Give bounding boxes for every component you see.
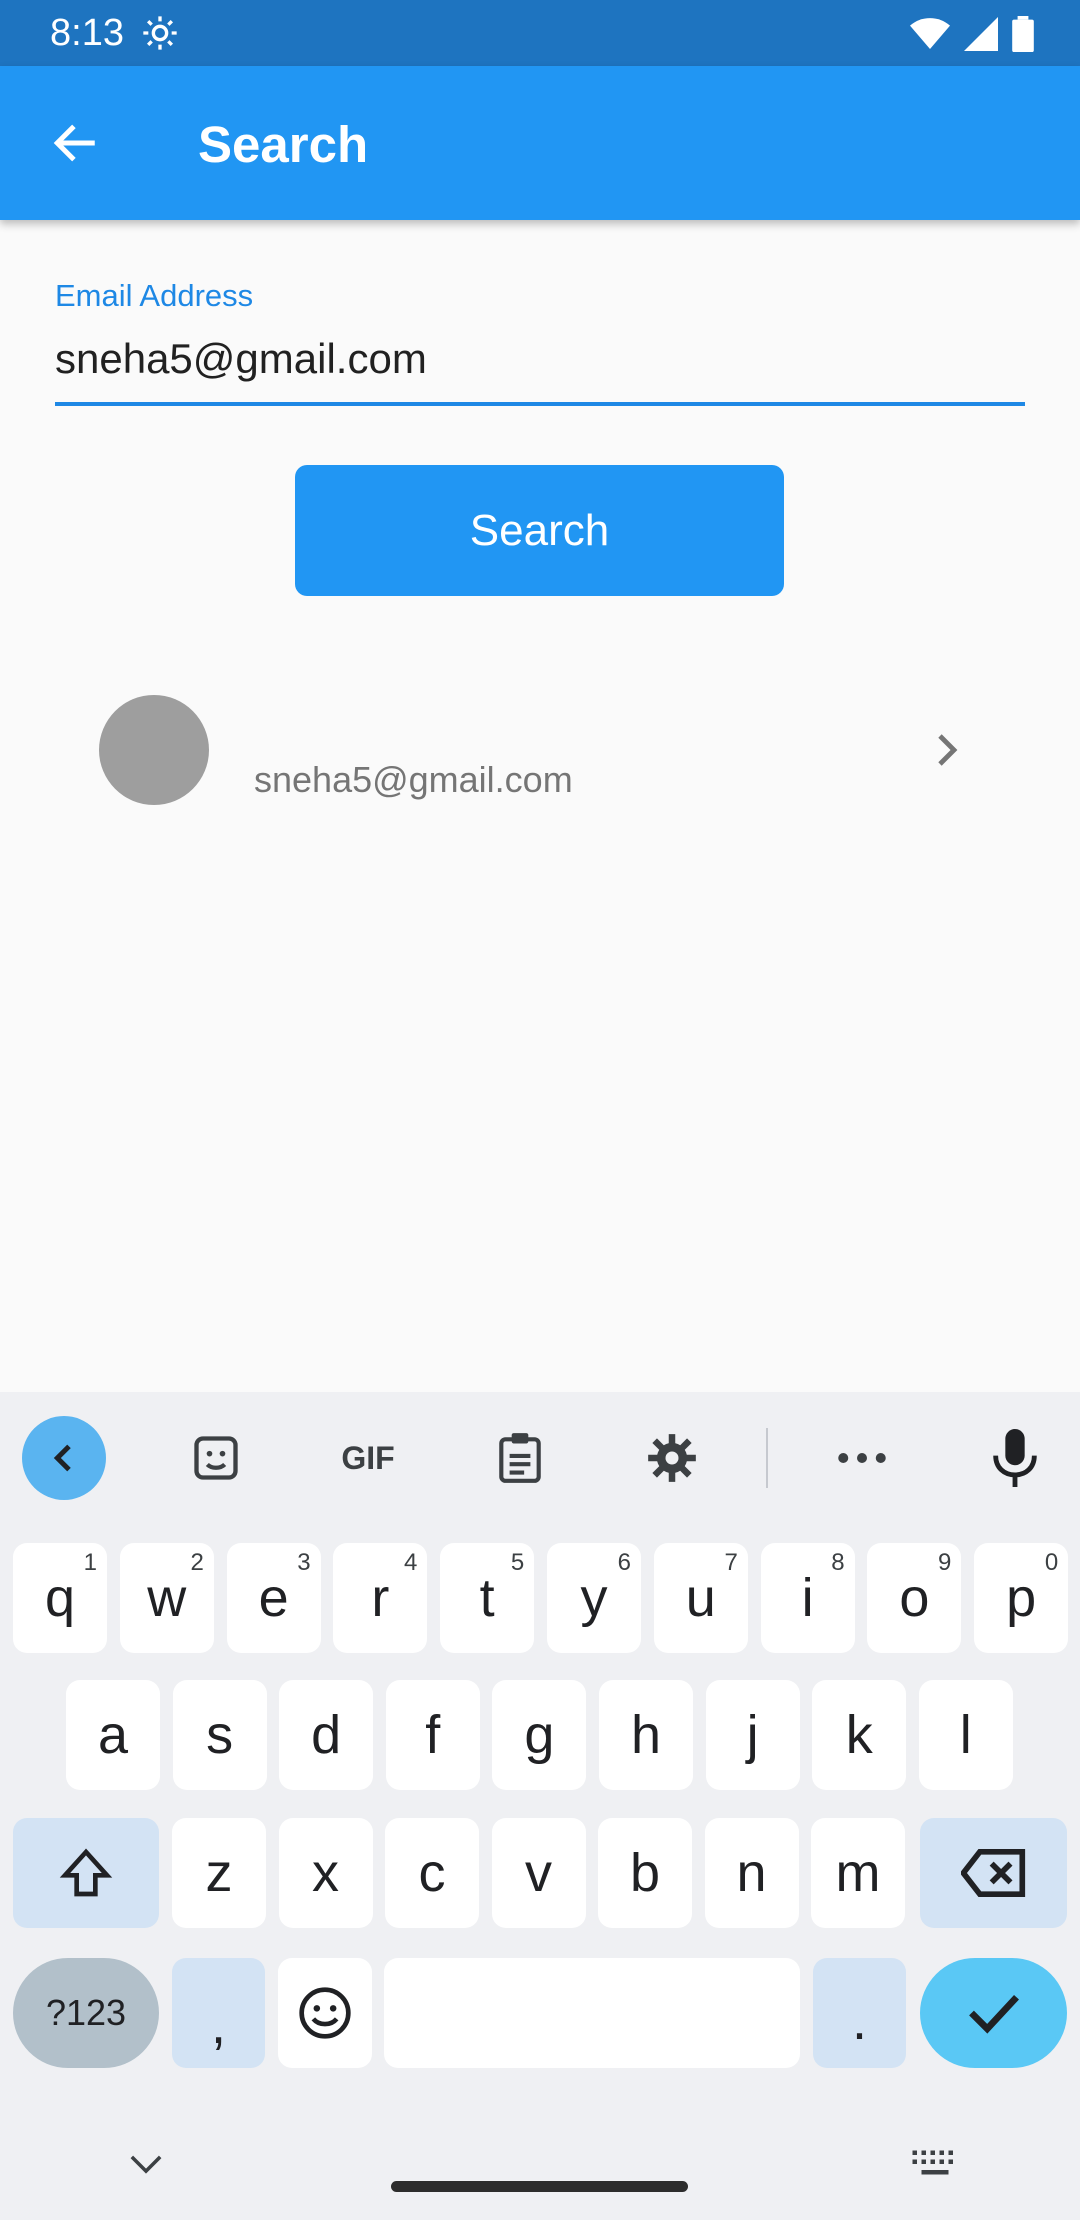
arrow-back-icon	[53, 124, 95, 162]
key-number-hint: 1	[83, 1549, 97, 1576]
key-h[interactable]: h	[599, 1680, 693, 1790]
key-k[interactable]: k	[812, 1680, 907, 1790]
key-label: e	[258, 1568, 289, 1628]
key-z[interactable]: z	[172, 1818, 266, 1928]
key-number-hint: 3	[297, 1549, 311, 1576]
mic-icon[interactable]	[975, 1418, 1055, 1498]
key-a[interactable]: a	[66, 1680, 160, 1790]
done-key[interactable]	[920, 1958, 1067, 2068]
app-bar: Search	[0, 66, 1080, 220]
keyboard-toolbar: GIF	[0, 1392, 1080, 1522]
key-t[interactable]: t5	[440, 1543, 535, 1653]
signal-icon	[964, 17, 998, 51]
keyboard: GIF q1w2e3r4t5y6u7i8o9p0 asdfghjkl zxcvb…	[0, 1392, 1080, 2220]
key-label: i	[801, 1568, 814, 1628]
toolbar-divider	[766, 1428, 768, 1488]
hide-keyboard-button[interactable]	[106, 2134, 186, 2194]
home-indicator[interactable]	[391, 2181, 688, 2192]
key-g[interactable]: g	[492, 1680, 587, 1790]
emoji-icon	[299, 1987, 351, 2039]
email-field-label: Email Address	[55, 278, 254, 313]
key-q[interactable]: q1	[13, 1543, 107, 1653]
key-v[interactable]: v	[491, 1818, 586, 1928]
key-label: q	[44, 1568, 76, 1628]
page-title: Search	[198, 116, 369, 173]
emoji-key[interactable]	[278, 1958, 372, 2068]
key-u[interactable]: u7	[653, 1543, 748, 1653]
key-i[interactable]: i8	[760, 1543, 855, 1653]
settings-gear-icon	[143, 16, 177, 50]
check-icon	[968, 1994, 1019, 2034]
chevron-left-icon	[53, 1444, 71, 1472]
chevron-down-icon	[130, 2155, 162, 2174]
key-label: p	[1006, 1568, 1037, 1628]
key-s[interactable]: s	[172, 1680, 267, 1790]
key-c[interactable]: c	[385, 1818, 479, 1928]
gif-icon[interactable]: GIF	[326, 1418, 410, 1498]
settings-icon[interactable]	[632, 1418, 712, 1498]
avatar	[99, 695, 209, 805]
key-f[interactable]: f	[385, 1680, 480, 1790]
sticker-icon[interactable]	[176, 1418, 256, 1498]
shift-icon	[59, 1848, 113, 1897]
key-x[interactable]: x	[278, 1818, 373, 1928]
collapse-icon[interactable]	[22, 1416, 106, 1500]
status-bar: 8:13	[0, 0, 1080, 66]
more-icon[interactable]	[822, 1418, 902, 1498]
key-y[interactable]: y6	[547, 1543, 641, 1653]
key-l[interactable]: l	[918, 1680, 1013, 1790]
list-item[interactable]: sneha5@gmail.com	[60, 670, 1020, 830]
period-key[interactable]: .	[813, 1958, 906, 2068]
backspace-icon	[960, 1849, 1025, 1897]
status-time: 8:13	[50, 12, 124, 54]
key-r[interactable]: r4	[333, 1543, 428, 1653]
key-number-hint: 4	[404, 1549, 418, 1576]
key-d[interactable]: d	[279, 1680, 374, 1790]
chevron-right-icon	[938, 734, 958, 766]
status-icons	[910, 14, 1034, 54]
email-field[interactable]	[55, 316, 1025, 406]
key-j[interactable]: j	[705, 1680, 800, 1790]
key-number-hint: 9	[938, 1549, 952, 1576]
search-button[interactable]: Search	[295, 465, 784, 596]
key-label: w	[147, 1568, 187, 1628]
key-number-hint: 5	[510, 1549, 525, 1576]
key-p[interactable]: p0	[974, 1543, 1069, 1653]
key-n[interactable]: n	[704, 1818, 799, 1928]
key-m[interactable]: m	[811, 1818, 905, 1928]
result-email: sneha5@gmail.com	[254, 759, 573, 800]
keyboard-icon	[912, 2150, 953, 2175]
key-number-hint: 0	[1044, 1549, 1059, 1576]
keyboard-switch-button[interactable]	[895, 2134, 975, 2194]
key-label: t	[479, 1568, 495, 1628]
key-number-hint: 7	[724, 1549, 738, 1576]
key-w[interactable]: w2	[119, 1543, 214, 1653]
key-number-hint: 8	[831, 1549, 845, 1576]
symbols-key[interactable]: ?123	[13, 1958, 159, 2068]
clipboard-icon[interactable]	[480, 1418, 560, 1498]
key-label: r	[371, 1568, 390, 1628]
space-key[interactable]	[384, 1958, 800, 2068]
key-o[interactable]: o9	[867, 1543, 962, 1653]
wifi-icon	[910, 18, 950, 49]
key-label: o	[899, 1568, 930, 1628]
key-number-hint: 2	[190, 1549, 204, 1576]
key-e[interactable]: e3	[226, 1543, 321, 1653]
backspace-key[interactable]	[920, 1818, 1067, 1928]
key-b[interactable]: b	[598, 1818, 692, 1928]
back-button[interactable]	[36, 109, 116, 177]
comma-key[interactable]: ,	[172, 1958, 265, 2068]
key-label: u	[685, 1568, 716, 1628]
battery-icon	[1012, 16, 1034, 52]
shift-key[interactable]	[13, 1818, 159, 1928]
key-number-hint: 6	[617, 1549, 631, 1576]
key-label: y	[580, 1568, 608, 1628]
